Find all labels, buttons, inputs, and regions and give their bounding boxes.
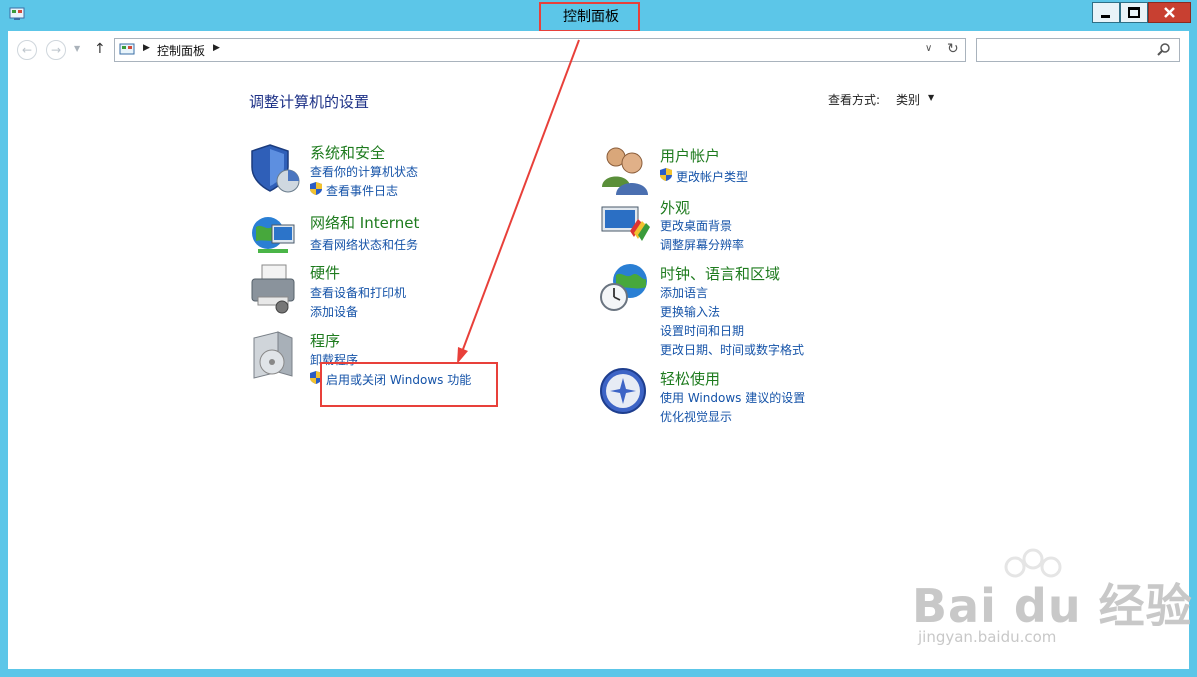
user-accounts-icon[interactable] — [598, 143, 652, 197]
maximize-icon — [1128, 7, 1140, 18]
uac-shield-icon — [310, 182, 322, 195]
search-icon — [1157, 43, 1170, 56]
link-view-network-status[interactable]: 查看网络状态和任务 — [310, 236, 418, 253]
windows-features-highlight-box — [320, 362, 498, 407]
chevron-down-icon[interactable]: ▼ — [928, 93, 934, 102]
watermark-url: jingyan.baidu.com — [918, 628, 1057, 646]
arrow-left-icon: ← — [21, 43, 33, 57]
view-by-dropdown[interactable]: 类别 — [896, 91, 920, 108]
link-change-desktop-background[interactable]: 更改桌面背景 — [660, 217, 732, 234]
category-appearance[interactable]: 外观 — [660, 197, 690, 218]
chevron-down-icon[interactable]: ∨ — [925, 43, 932, 54]
breadcrumb-separator-icon[interactable]: ▶ — [213, 43, 220, 53]
link-view-devices-printers[interactable]: 查看设备和打印机 — [310, 284, 406, 301]
minimize-button[interactable] — [1092, 2, 1120, 23]
network-globe-icon[interactable] — [248, 209, 302, 263]
close-button[interactable] — [1148, 2, 1191, 23]
title-bar: 控制面板 — [0, 0, 1197, 32]
link-view-computer-status[interactable]: 查看你的计算机状态 — [310, 163, 418, 180]
minimize-icon — [1101, 15, 1110, 18]
forward-button[interactable]: → — [46, 40, 66, 60]
link-adjust-resolution[interactable]: 调整屏幕分辨率 — [660, 236, 744, 253]
recent-locations-dropdown[interactable]: ▼ — [74, 44, 80, 53]
watermark-brand: Bai du 经验 — [912, 579, 1193, 633]
link-view-event-log[interactable]: 查看事件日志 — [326, 182, 398, 199]
category-hardware[interactable]: 硬件 — [310, 262, 340, 283]
category-network-internet[interactable]: 网络和 Internet — [310, 212, 419, 233]
printer-hardware-icon[interactable] — [248, 261, 302, 315]
category-ease-of-access[interactable]: 轻松使用 — [660, 368, 720, 389]
back-button[interactable]: ← — [17, 40, 37, 60]
link-add-language[interactable]: 添加语言 — [660, 284, 708, 301]
clock-globe-icon[interactable] — [598, 261, 652, 315]
link-change-account-type[interactable]: 更改帐户类型 — [676, 168, 748, 185]
navigation-bar: ← → ▼ ↑ ▶ 控制面板 ▶ ∨ ↻ — [8, 31, 1189, 71]
breadcrumb-item[interactable]: 控制面板 — [157, 42, 205, 59]
arrow-right-icon: → — [50, 43, 62, 57]
uac-shield-icon — [660, 168, 672, 181]
up-button[interactable]: ↑ — [94, 41, 106, 57]
refresh-icon[interactable]: ↻ — [947, 41, 959, 57]
category-programs[interactable]: 程序 — [310, 330, 340, 351]
link-optimize-visual-display[interactable]: 优化视觉显示 — [660, 408, 732, 425]
breadcrumb-separator-icon[interactable]: ▶ — [143, 43, 150, 53]
close-icon — [1164, 7, 1175, 18]
title-highlight-box — [539, 2, 640, 32]
view-by-label: 查看方式: — [828, 93, 881, 107]
programs-box-icon[interactable] — [248, 328, 302, 382]
search-input[interactable] — [976, 38, 1180, 62]
category-system-security[interactable]: 系统和安全 — [310, 142, 385, 163]
link-add-device[interactable]: 添加设备 — [310, 303, 358, 320]
shield-security-icon[interactable] — [248, 141, 302, 195]
control-panel-icon[interactable] — [9, 7, 25, 21]
link-windows-recommended-settings[interactable]: 使用 Windows 建议的设置 — [660, 389, 805, 406]
link-set-time-date[interactable]: 设置时间和日期 — [660, 322, 744, 339]
arrow-up-icon: ↑ — [94, 41, 106, 57]
address-bar[interactable]: ▶ 控制面板 ▶ ∨ ↻ — [114, 38, 966, 62]
maximize-button[interactable] — [1120, 2, 1148, 23]
page-title: 调整计算机的设置 — [249, 93, 370, 111]
category-clock-language-region[interactable]: 时钟、语言和区域 — [660, 263, 780, 284]
link-change-input-method[interactable]: 更换输入法 — [660, 303, 720, 320]
control-panel-icon — [119, 43, 135, 55]
appearance-display-icon[interactable] — [598, 197, 652, 251]
link-change-date-time-format[interactable]: 更改日期、时间或数字格式 — [660, 341, 804, 358]
ease-of-access-icon[interactable] — [598, 365, 652, 419]
category-user-accounts[interactable]: 用户帐户 — [660, 145, 720, 166]
